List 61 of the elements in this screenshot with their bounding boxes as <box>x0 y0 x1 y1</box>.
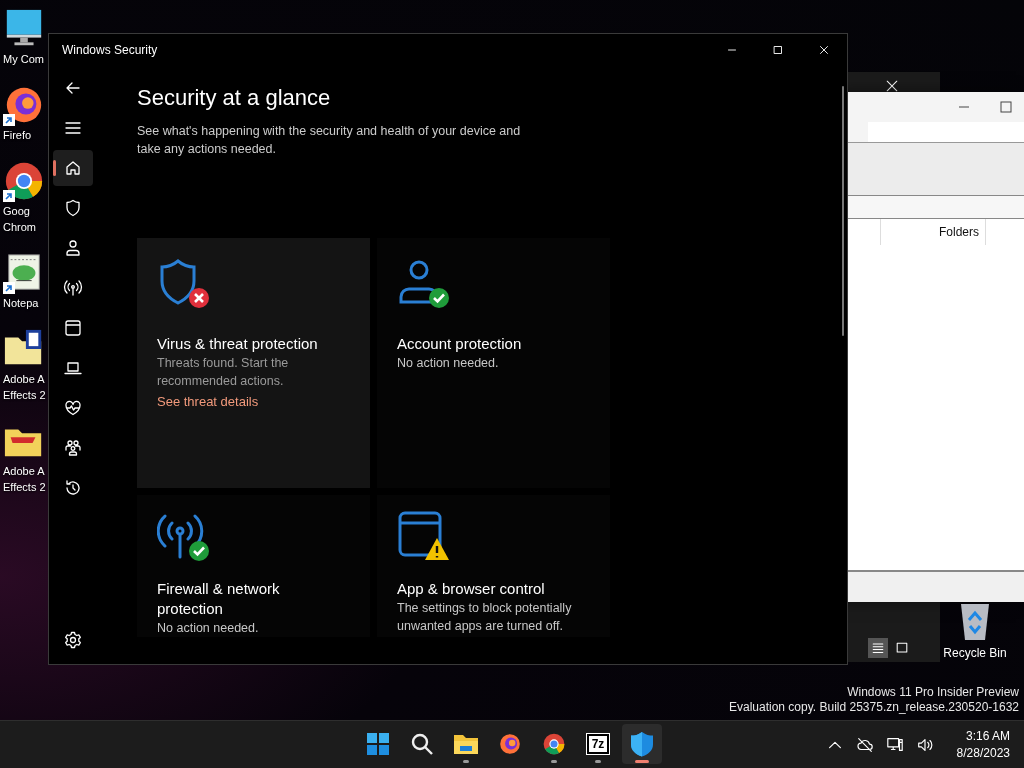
recycle-bin-label: Recycle Bin <box>943 646 1007 660</box>
antenna-icon <box>63 278 83 298</box>
desktop-icon-label: Adobe A <box>3 373 45 386</box>
page-heading: Security at a glance <box>137 84 332 112</box>
desktop-icon-label: Firefo <box>3 129 32 142</box>
folder-icon <box>453 732 479 756</box>
window-title: Windows Security <box>62 43 159 57</box>
nav-item[interactable] <box>53 150 93 186</box>
cloud-off-icon <box>855 735 874 754</box>
card-description: No action needed. <box>397 355 500 372</box>
details-view-button[interactable] <box>868 638 888 658</box>
chrome-icon <box>542 732 566 756</box>
card-title: Virus & threat protection <box>157 334 319 354</box>
people-icon <box>63 438 83 458</box>
square-icon <box>894 640 910 656</box>
chrome-desktop-icon[interactable] <box>3 160 45 202</box>
desktop-icon-label: Chrom <box>3 221 36 234</box>
card-title: Account protection <box>397 334 523 354</box>
person-icon <box>63 238 83 258</box>
close-icon <box>817 43 831 57</box>
desktop-icon-label: Adobe A <box>3 465 45 478</box>
shield-icon <box>63 198 83 218</box>
desktop-icon-label: My Com <box>3 53 44 66</box>
desktop-icon-label: Effects 2 <box>3 481 46 494</box>
threat-details-link[interactable]: See threat details <box>157 394 346 409</box>
card-title: App & browser control <box>397 579 546 599</box>
system-notice-text: Windows 11 Pro Insider Preview <box>846 685 1019 700</box>
archive-taskbar-button[interactable]: 7z <box>578 724 618 764</box>
status-card[interactable]: App & browser control The settings to block potentially unwanted apps are turned off. <box>377 495 610 637</box>
shortcut-arrow-icon <box>3 190 15 202</box>
scrollbar[interactable] <box>842 86 844 336</box>
list-icon <box>870 640 886 656</box>
shortcut-arrow-icon <box>3 282 15 294</box>
security-taskbar-button[interactable] <box>622 724 662 764</box>
status-card[interactable]: Virus & threat protection Threats found. Start the recommended actions. See threat details <box>137 238 370 488</box>
card-description: No action needed. <box>157 620 260 637</box>
settings-icon <box>63 630 83 650</box>
maximize-icon <box>771 43 785 57</box>
firefox-icon <box>498 732 522 756</box>
maximize-button[interactable] <box>1000 101 1012 113</box>
maximize-icon <box>1000 101 1012 113</box>
shield-icon <box>630 731 654 757</box>
system-notice-text: Evaluation copy. Build 25375.zn_release.230520-1632 <box>729 700 1019 715</box>
search-icon <box>410 732 434 756</box>
network-monitor-icon <box>885 735 904 754</box>
clock[interactable]: 3:16 AM 8/28/2023 <box>950 726 1016 763</box>
desktop-icon-label: Effects 2 <box>3 389 46 402</box>
shortcut-arrow-icon <box>3 114 15 126</box>
card-description: The settings to block potentially unwanted apps are turned off. <box>397 600 573 635</box>
card-description: Threats found. Start the recommended actions. <box>157 355 290 390</box>
heart-pulse-icon <box>63 398 83 418</box>
page-subtitle: See what's happening with the security and health of your device and take any actions needed. <box>137 123 522 158</box>
browser-window-icon <box>63 318 83 338</box>
archive-app-icon: 7z <box>586 734 610 754</box>
status-card[interactable]: Account protection No action needed. <box>377 238 610 488</box>
status-card[interactable]: Firewall & network protection No action needed. <box>137 495 370 637</box>
desktop-icon-label: Notepa <box>3 297 39 310</box>
desktop-icon-label: Goog <box>3 205 30 218</box>
card-title: Firewall & network protection <box>157 579 281 619</box>
history-icon <box>63 478 83 498</box>
start-logo-icon <box>366 732 390 756</box>
